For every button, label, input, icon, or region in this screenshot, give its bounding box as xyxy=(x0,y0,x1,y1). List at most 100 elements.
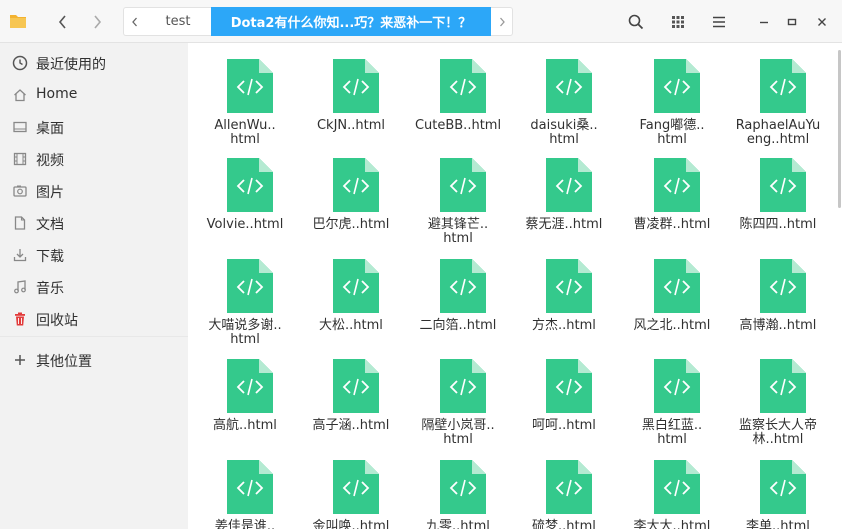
search-icon xyxy=(628,14,644,30)
vertical-scrollbar[interactable] xyxy=(838,50,841,208)
sidebar-item-other-locations[interactable]: 其他位置 xyxy=(0,345,188,375)
file-name-line: CkJN..html xyxy=(316,118,386,133)
file-item[interactable]: 高博瀚..html xyxy=(728,248,828,343)
sidebar-item-desktop[interactable]: 桌面 xyxy=(0,112,188,142)
folder-app-icon xyxy=(10,15,26,28)
file-name: 高子涵..html xyxy=(301,419,401,433)
file-item[interactable]: 巴尔虎..html xyxy=(301,147,401,242)
file-item[interactable]: 九零..html xyxy=(408,449,508,529)
file-item[interactable]: 方杰..html xyxy=(514,248,614,343)
breadcrumb-item[interactable]: test xyxy=(145,7,211,36)
html-file-icon xyxy=(333,460,379,514)
file-name-line: 隔壁小岚哥.. xyxy=(421,418,495,433)
sidebar-item-videos[interactable]: 视频 xyxy=(0,144,188,174)
chevron-right-icon xyxy=(94,15,102,29)
file-name: 曹凌群..html xyxy=(622,218,722,232)
file-name-line: CuteBB..html xyxy=(414,118,502,133)
file-name: 风之北..html xyxy=(622,319,722,333)
file-item[interactable]: 隔壁小岚哥.. html xyxy=(408,348,508,447)
sidebar-item-pictures[interactable]: 图片 xyxy=(0,176,188,206)
html-file-icon xyxy=(760,359,806,413)
file-item[interactable]: daisuki桑.. html xyxy=(514,48,614,147)
html-file-icon xyxy=(440,460,486,514)
file-name-line: 林..html xyxy=(752,432,804,447)
file-name: 二向箔..html xyxy=(408,319,508,333)
file-item[interactable]: CuteBB..html xyxy=(408,48,508,143)
file-name: CkJN..html xyxy=(301,119,401,133)
file-item[interactable]: AllenWu.. html xyxy=(195,48,295,147)
sidebar-item-trash[interactable]: 回收站 xyxy=(0,304,188,334)
file-name: daisuki桑.. html xyxy=(514,119,614,147)
file-item[interactable]: 大喵说多谢.. html xyxy=(195,248,295,347)
download-icon xyxy=(12,247,28,263)
forward-button[interactable] xyxy=(84,9,110,35)
file-item[interactable]: 李大大..html xyxy=(622,449,722,529)
html-file-icon xyxy=(546,59,592,113)
file-item[interactable]: CkJN..html xyxy=(301,48,401,143)
home-icon xyxy=(12,87,28,103)
sidebar-item-recent[interactable]: 最近使用的 xyxy=(0,48,188,78)
breadcrumb-scroll-right-button[interactable] xyxy=(491,7,513,36)
file-item[interactable]: 高子涵..html xyxy=(301,348,401,443)
file-item[interactable]: 二向箔..html xyxy=(408,248,508,343)
sidebar-item-documents[interactable]: 文档 xyxy=(0,208,188,238)
file-item[interactable]: Volvie..html xyxy=(195,147,295,242)
file-item[interactable]: 李单..html xyxy=(728,449,828,529)
menu-button[interactable] xyxy=(706,9,732,35)
file-item[interactable]: 硫梦..html xyxy=(514,449,614,529)
close-button[interactable] xyxy=(809,9,835,35)
file-item[interactable]: 陈四四..html xyxy=(728,147,828,242)
html-file-icon xyxy=(440,59,486,113)
html-file-icon xyxy=(440,259,486,313)
file-item[interactable]: 蔡无涯..html xyxy=(514,147,614,242)
clock-icon xyxy=(12,55,28,71)
file-name: 大喵说多谢.. html xyxy=(195,319,295,347)
file-item[interactable]: 避其锋芒.. html xyxy=(408,147,508,246)
file-name: 李单..html xyxy=(728,520,828,529)
breadcrumb: test Dota2有什么你知...巧？来恶补一下！？ xyxy=(123,7,513,36)
breadcrumb-scroll-left-button[interactable] xyxy=(123,7,145,36)
breadcrumb-item-current[interactable]: Dota2有什么你知...巧？来恶补一下！？ xyxy=(211,7,491,36)
file-item[interactable]: 监察长大人帝 林..html xyxy=(728,348,828,447)
sidebar-item-music[interactable]: 音乐 xyxy=(0,272,188,302)
html-file-icon xyxy=(546,259,592,313)
file-name-line: html xyxy=(549,132,579,147)
back-button[interactable] xyxy=(50,9,76,35)
video-icon xyxy=(12,151,28,167)
chevron-right-icon xyxy=(499,17,505,26)
file-item[interactable]: 风之北..html xyxy=(622,248,722,343)
file-item[interactable]: 黑白红蓝.. html xyxy=(622,348,722,447)
search-button[interactable] xyxy=(623,9,649,35)
file-name: RaphaelAuYu eng..html xyxy=(728,119,828,147)
minimize-button[interactable] xyxy=(751,9,777,35)
file-name-line: 金叫唤..html xyxy=(312,519,390,529)
file-name-line: RaphaelAuYu xyxy=(735,118,821,133)
file-name-line: 蔡无涯..html xyxy=(525,217,603,232)
file-item[interactable]: 呵呵..html xyxy=(514,348,614,443)
sidebar-item-label: 下载 xyxy=(36,249,64,265)
file-item[interactable]: 曹凌群..html xyxy=(622,147,722,242)
file-item[interactable]: 大松..html xyxy=(301,248,401,343)
file-name-line: 风之北..html xyxy=(633,318,711,333)
title-bar: test Dota2有什么你知...巧？来恶补一下！？ xyxy=(0,0,842,43)
file-name-line: html xyxy=(657,432,687,447)
icon-view-button[interactable] xyxy=(665,9,691,35)
maximize-button[interactable] xyxy=(779,9,805,35)
html-file-icon xyxy=(333,259,379,313)
html-file-icon xyxy=(654,460,700,514)
hamburger-menu-icon xyxy=(713,16,725,28)
sidebar-item-label: 音乐 xyxy=(36,281,64,297)
music-icon xyxy=(12,279,28,295)
document-icon xyxy=(12,215,28,231)
file-item[interactable]: Fang嘟德.. html xyxy=(622,48,722,147)
file-grid: AllenWu.. html CkJN..html CuteBB..html daisu… xyxy=(188,43,842,529)
sidebar-item-downloads[interactable]: 下载 xyxy=(0,240,188,270)
file-name: 金叫唤..html xyxy=(301,520,401,529)
file-item[interactable]: 姜佳是谁.. xyxy=(195,449,295,529)
file-item[interactable]: 高航..html xyxy=(195,348,295,443)
html-file-icon xyxy=(227,158,273,212)
file-item[interactable]: 金叫唤..html xyxy=(301,449,401,529)
sidebar-item-home[interactable]: Home xyxy=(0,80,188,110)
file-item[interactable]: RaphaelAuYu eng..html xyxy=(728,48,828,147)
sidebar: 最近使用的 Home 桌面 视频 图片 文档 下载 音乐 回收站 其他位置 xyxy=(0,43,188,529)
